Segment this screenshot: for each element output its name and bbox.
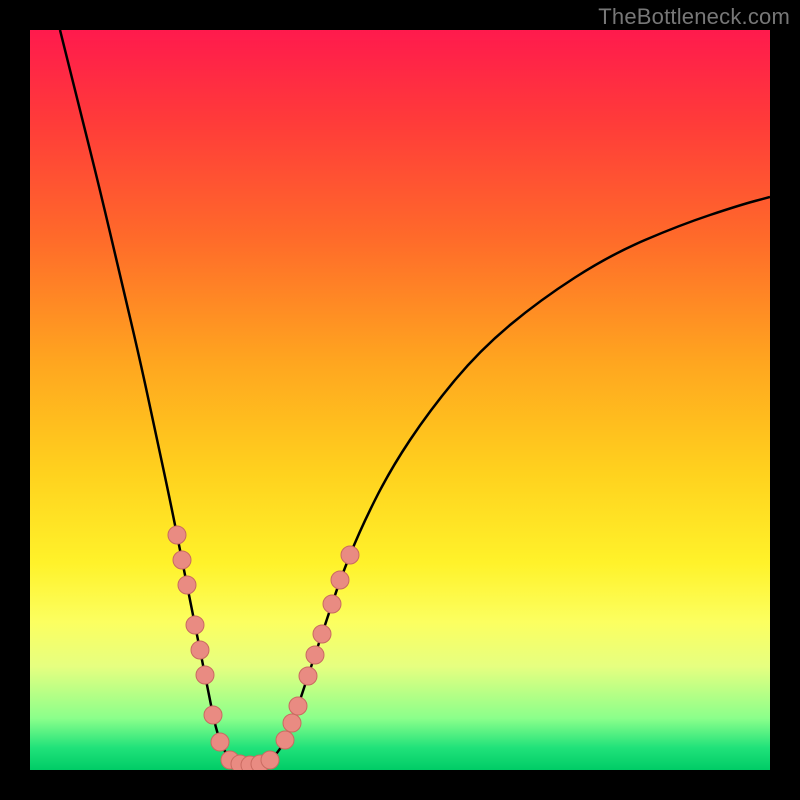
data-marker: [299, 667, 317, 685]
data-marker: [204, 706, 222, 724]
data-marker: [173, 551, 191, 569]
bottleneck-curve: [60, 30, 770, 765]
data-marker: [341, 546, 359, 564]
data-marker: [283, 714, 301, 732]
data-marker: [196, 666, 214, 684]
data-marker: [306, 646, 324, 664]
data-marker: [168, 526, 186, 544]
data-marker: [276, 731, 294, 749]
data-marker: [261, 751, 279, 769]
chart-svg: [30, 30, 770, 770]
data-marker: [186, 616, 204, 634]
data-markers: [168, 526, 359, 770]
chart-frame: TheBottleneck.com: [0, 0, 800, 800]
data-marker: [323, 595, 341, 613]
data-marker: [178, 576, 196, 594]
data-marker: [331, 571, 349, 589]
data-marker: [211, 733, 229, 751]
watermark-text: TheBottleneck.com: [598, 4, 790, 30]
data-marker: [313, 625, 331, 643]
data-marker: [191, 641, 209, 659]
data-marker: [289, 697, 307, 715]
plot-area: [30, 30, 770, 770]
